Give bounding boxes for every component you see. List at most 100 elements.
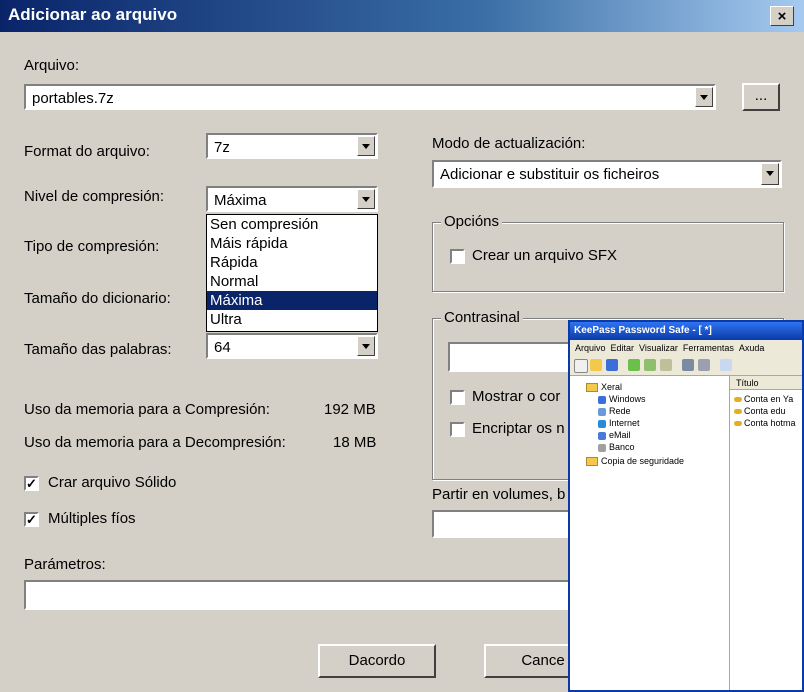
chevron-down-icon[interactable] xyxy=(695,87,713,107)
chevron-down-icon[interactable] xyxy=(357,136,375,156)
format-label: Format do arquivo: xyxy=(24,143,150,160)
show-password-label: Mostrar o cor xyxy=(472,388,561,405)
delete-entry-icon[interactable] xyxy=(660,359,672,371)
parameters-input[interactable] xyxy=(24,580,584,610)
entry-row[interactable]: Conta hotma xyxy=(734,418,796,429)
options-legend: Opcións xyxy=(441,213,503,230)
update-mode-value: Adicionar e substituir os ficheiros xyxy=(440,166,660,183)
encrypt-names-label: Encriptar os n xyxy=(472,420,565,437)
solid-checkbox[interactable]: ✓ xyxy=(24,476,39,491)
parameters-label: Parámetros: xyxy=(24,556,106,573)
level-dropdown-list[interactable]: Sen compresión Máis rápida Rápida Normal Máx… xyxy=(206,214,378,332)
memory-compression-label: Uso da memoria para a Compresión: xyxy=(24,401,270,418)
show-password-checkbox[interactable] xyxy=(450,390,465,405)
save-icon[interactable] xyxy=(606,359,618,371)
ok-button[interactable]: Dacordo xyxy=(318,644,436,678)
globe-icon xyxy=(598,419,606,428)
keepass-group-tree[interactable]: Xeral Windows Rede Internet eMail Banco Copia … xyxy=(570,376,730,690)
memory-compression-value: 192 MB xyxy=(324,401,376,418)
mail-icon xyxy=(598,431,606,440)
keepass-menu-item[interactable]: Axuda xyxy=(739,343,765,353)
entry-title: Conta en Ya xyxy=(744,394,794,404)
entry-title: Conta edu xyxy=(744,406,786,416)
format-value: 7z xyxy=(214,139,230,156)
tree-item-label: Banco xyxy=(609,442,635,452)
keepass-entry-list[interactable]: Título Conta en Ya Conta edu Conta hotma xyxy=(730,376,802,690)
keepass-menu-bar: Arquivo Editar Visualizar Ferramentas Axuda xyxy=(570,340,802,356)
sfx-checkbox[interactable] xyxy=(450,249,465,264)
level-value: Máxima xyxy=(214,192,267,209)
add-entry-icon[interactable] xyxy=(628,359,640,371)
entry-row[interactable]: Conta en Ya xyxy=(734,394,793,405)
level-option[interactable]: Rápida xyxy=(207,253,377,272)
split-volumes-label: Partir en volumes, b xyxy=(432,486,566,503)
entry-title: Conta hotma xyxy=(744,418,796,428)
word-size-select[interactable]: 64 xyxy=(206,333,378,359)
chevron-down-icon[interactable] xyxy=(357,336,375,356)
tree-item[interactable]: Internet xyxy=(598,418,640,429)
title-column-header[interactable]: Título xyxy=(730,376,802,390)
tree-item-label: Rede xyxy=(609,406,631,416)
level-option[interactable]: Ultra xyxy=(207,310,377,329)
copy-user-icon[interactable] xyxy=(682,359,694,371)
memory-decompression-label: Uso da memoria para a Decompresión: xyxy=(24,434,286,451)
keepass-menu-item[interactable]: Arquivo xyxy=(575,343,606,353)
keepass-title: KeePass Password Safe - [ *] xyxy=(574,325,712,336)
level-label: Nivel de compresión: xyxy=(24,188,165,205)
copy-password-icon[interactable] xyxy=(698,359,710,371)
method-label: Tipo de compresión: xyxy=(24,238,160,255)
format-select[interactable]: 7z xyxy=(206,133,378,159)
level-option[interactable]: Sen compresión xyxy=(207,215,377,234)
close-button[interactable]: × xyxy=(770,6,794,26)
title-bar: Adicionar ao arquivo xyxy=(0,0,804,32)
update-mode-label: Modo de actualización: xyxy=(432,135,586,152)
window-icon xyxy=(598,395,606,404)
solid-label: Crar arquivo Sólido xyxy=(48,474,177,491)
level-option[interactable]: Normal xyxy=(207,272,377,291)
archive-path-value: portables.7z xyxy=(32,90,114,107)
keepass-window[interactable]: KeePass Password Safe - [ *] Arquivo Edit… xyxy=(568,320,804,692)
tree-item-label: eMail xyxy=(609,430,631,440)
bank-icon xyxy=(598,443,606,452)
chevron-down-icon[interactable] xyxy=(761,163,779,185)
tree-item[interactable]: Xeral xyxy=(586,382,622,393)
tree-item[interactable]: eMail xyxy=(598,430,631,441)
tree-item-label: Copia de seguridade xyxy=(601,456,685,466)
key-icon xyxy=(734,409,742,415)
tree-item[interactable]: Rede xyxy=(598,406,631,417)
keepass-title-bar: KeePass Password Safe - [ *] xyxy=(570,322,802,340)
entry-row[interactable]: Conta edu xyxy=(734,406,786,417)
archive-path-combo[interactable]: portables.7z xyxy=(24,84,716,110)
multithread-label: Múltiples fíos xyxy=(48,510,136,527)
dictionary-label: Tamaño do dicionario: xyxy=(24,290,171,307)
browse-button[interactable]: ... xyxy=(742,83,780,111)
keepass-toolbar xyxy=(570,356,802,376)
tree-item[interactable]: Copia de seguridade xyxy=(586,456,684,467)
new-icon[interactable] xyxy=(574,359,588,373)
dialog-title: Adicionar ao arquivo xyxy=(8,5,178,24)
encrypt-names-checkbox[interactable] xyxy=(450,422,465,437)
key-icon xyxy=(734,421,742,427)
network-icon xyxy=(598,407,606,416)
search-icon[interactable] xyxy=(720,359,732,371)
keepass-menu-item[interactable]: Editar xyxy=(611,343,635,353)
tree-item-label: Internet xyxy=(609,418,640,428)
edit-entry-icon[interactable] xyxy=(644,359,656,371)
update-mode-select[interactable]: Adicionar e substituir os ficheiros xyxy=(432,160,782,188)
backup-folder-icon xyxy=(586,457,598,467)
level-option[interactable]: Máis rápida xyxy=(207,234,377,253)
level-select[interactable]: Máxima xyxy=(206,186,378,212)
archive-label: Arquivo: xyxy=(24,57,80,74)
keepass-menu-item[interactable]: Ferramentas xyxy=(683,343,734,353)
memory-decompression-value: 18 MB xyxy=(333,434,377,451)
chevron-down-icon[interactable] xyxy=(357,189,375,209)
level-option[interactable]: Máxima xyxy=(207,291,377,310)
word-size-label: Tamaño das palabras: xyxy=(24,341,172,358)
multithread-checkbox[interactable]: ✓ xyxy=(24,512,39,527)
tree-item[interactable]: Banco xyxy=(598,442,635,453)
keepass-menu-item[interactable]: Visualizar xyxy=(639,343,678,353)
open-icon[interactable] xyxy=(590,359,602,371)
password-legend: Contrasinal xyxy=(441,309,523,326)
tree-item-label: Windows xyxy=(609,394,646,404)
tree-item[interactable]: Windows xyxy=(598,394,646,405)
